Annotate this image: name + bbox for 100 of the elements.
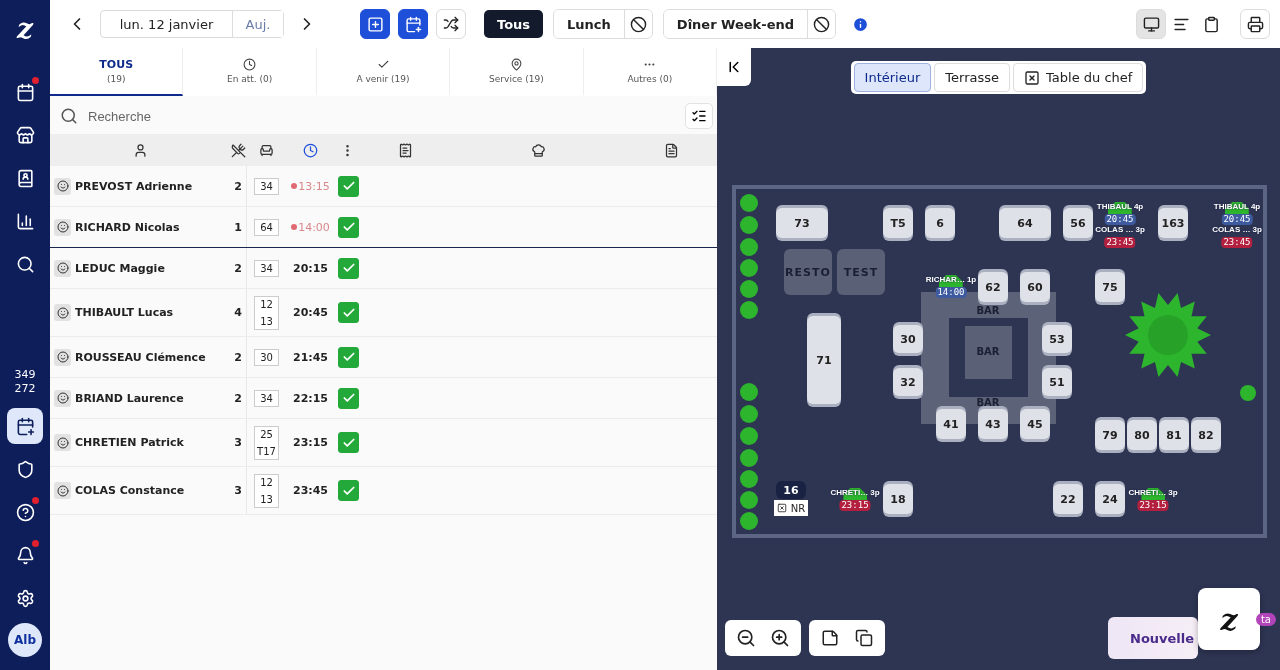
restaurant-table[interactable]: 41 [936, 409, 966, 439]
arrival-checkbox[interactable] [338, 432, 359, 453]
calendar-plus-button[interactable] [398, 9, 428, 39]
monitor-view-button[interactable] [1136, 9, 1166, 39]
restaurant-table[interactable]: 79 [1095, 420, 1125, 450]
shrub-drawing [1240, 385, 1256, 401]
document-icon[interactable] [664, 142, 679, 158]
reservation-label: COLAS … 3p [1095, 225, 1145, 235]
reservation-label: RICHAR… 1p [925, 275, 977, 285]
restaurant-table[interactable]: 64 [999, 208, 1051, 238]
restaurant-table[interactable]: 43 [978, 409, 1008, 439]
block-service-button[interactable] [807, 10, 836, 38]
guest-name[interactable]: ROUSSEAU Clémence [75, 350, 230, 364]
reservation-marker[interactable]: COLAS … 3p 23:45 [1212, 225, 1262, 248]
shrub-drawing [740, 259, 758, 277]
restaurant-table[interactable]: T5 [883, 208, 913, 238]
table-number-box[interactable]: 34 [254, 177, 279, 195]
info-icon[interactable] [852, 15, 870, 33]
ban-icon [629, 15, 647, 33]
restaurant-table[interactable]: 24 [1095, 484, 1125, 514]
table-number-box[interactable]: 34 [254, 259, 279, 277]
table-number-box[interactable]: 34 [254, 389, 279, 407]
list-options-button[interactable] [685, 103, 713, 129]
restaurant-table[interactable]: 56 [1063, 208, 1093, 238]
crossed-square-icon [1024, 69, 1041, 86]
chef-hat-icon[interactable] [530, 142, 546, 158]
arrival-checkbox[interactable] [338, 216, 359, 238]
guest-name[interactable]: PREVOST Adrienne [75, 179, 230, 193]
arrival-checkbox[interactable] [338, 387, 359, 409]
restaurant-table[interactable]: 6 [925, 208, 955, 238]
service-filter[interactable]: Tous [484, 10, 544, 38]
room-tab[interactable]: Table du chef [1013, 63, 1144, 92]
room-tab[interactable]: Terrasse [934, 63, 1011, 92]
restaurant-table[interactable]: 163 [1158, 208, 1188, 238]
reservation-marker[interactable]: COLAS … 3p 23:45 [1095, 225, 1145, 248]
table-number-box[interactable]: 30 [254, 348, 279, 366]
arrival-checkbox[interactable] [338, 257, 359, 279]
table-number-box[interactable]: 64 [254, 218, 279, 236]
table-number-box[interactable]: 12 13 [254, 295, 279, 330]
restaurant-table[interactable]: 22 [1053, 484, 1083, 514]
arrival-checkbox[interactable] [338, 480, 359, 501]
restaurant-table[interactable]: 53 [1042, 325, 1072, 353]
shrub-drawing [740, 470, 758, 488]
guest-name[interactable]: BRIAND Laurence [75, 391, 230, 405]
restaurant-table[interactable]: 51 [1042, 368, 1072, 396]
restaurant-table[interactable]: 45 [1020, 409, 1050, 439]
guest-name[interactable]: COLAS Constance [75, 484, 230, 497]
table-number: 34 [260, 180, 273, 192]
restaurant-table[interactable]: 16 [776, 481, 806, 499]
calendar-plus-icon [15, 416, 35, 436]
receipt-icon[interactable] [397, 142, 413, 158]
arrival-checkbox[interactable] [338, 175, 359, 197]
filter-tab[interactable]: TOUS (19) [50, 48, 184, 96]
search-field[interactable]: Recherche [86, 107, 677, 125]
restaurant-table[interactable]: 82 [1191, 420, 1221, 450]
sidebar-button[interactable] [7, 408, 43, 444]
cover-count: 2 [233, 391, 243, 405]
shrub-drawing [740, 301, 758, 319]
shrub-drawing [740, 280, 758, 298]
restaurant-table[interactable]: 73 [776, 208, 828, 238]
guest-name[interactable]: RICHARD Nicolas [75, 220, 230, 234]
restaurant-table[interactable]: 62 [978, 272, 1008, 302]
bar-chart-icon [15, 211, 35, 231]
guest-face-icon [54, 389, 71, 407]
clock-icon[interactable] [303, 142, 318, 158]
chair-icon[interactable] [258, 142, 274, 158]
new-button[interactable]: Nouvelle [1108, 617, 1198, 659]
help-icon [15, 502, 35, 522]
guest-name[interactable]: CHRETIEN Patrick [75, 436, 230, 449]
table-number-box[interactable]: 25 T17 [254, 425, 279, 460]
guest-name[interactable]: LEDUC Maggie [75, 261, 230, 275]
restaurant-table[interactable]: 30 [893, 325, 923, 353]
reservation-label: COLAS … 3p [1212, 225, 1262, 235]
brand-logo[interactable]: z [7, 10, 43, 46]
arrival-checkbox[interactable] [338, 302, 359, 323]
block-service-button[interactable] [623, 10, 652, 38]
restaurant-table[interactable]: 60 [1020, 272, 1050, 302]
person-icon[interactable] [132, 142, 148, 158]
reservation-time-badge: 20:45 [1221, 214, 1253, 225]
print-button[interactable] [1240, 9, 1270, 39]
reservation-time-badge: 14:00 [935, 287, 967, 298]
table-number-box[interactable]: 12 13 [254, 473, 279, 508]
restaurant-table[interactable]: 32 [893, 368, 923, 396]
room-tab[interactable]: Intérieur [853, 63, 932, 92]
date-picker[interactable]: lun. 12 janvier Auj. [100, 10, 284, 38]
guest-name[interactable]: THIBAULT Lucas [75, 306, 230, 319]
restaurant-table[interactable]: 18 [883, 484, 913, 514]
table-plus-button[interactable] [360, 9, 390, 39]
check-icon [341, 220, 356, 234]
brand-logo-card[interactable]: z [1198, 588, 1260, 650]
restaurant-table[interactable]: 75 [1095, 272, 1125, 302]
reservation-time: 13:15 [286, 179, 335, 193]
arrival-checkbox[interactable] [338, 346, 359, 368]
collapse-panel-button[interactable] [717, 48, 751, 86]
user-avatar[interactable]: Alb [8, 623, 42, 657]
restaurant-table[interactable]: 80 [1127, 420, 1157, 450]
restaurant-table[interactable]: 71 [807, 316, 841, 404]
restaurant-table[interactable]: 81 [1159, 420, 1189, 450]
shuffle-button[interactable] [436, 9, 466, 39]
cutlery-icon[interactable] [230, 142, 246, 158]
